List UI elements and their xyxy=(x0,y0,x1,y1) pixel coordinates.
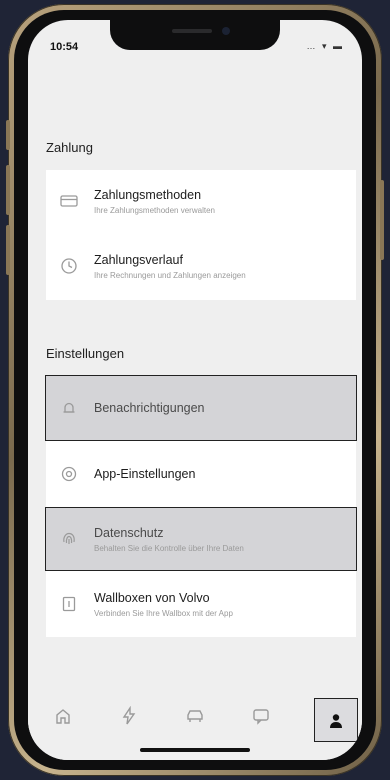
row-title: Zahlungsverlauf xyxy=(94,252,183,267)
status-icons: … ▾ ▬ xyxy=(306,41,344,51)
row-title: App-Einstellungen xyxy=(94,467,196,481)
camera xyxy=(222,27,230,35)
tab-car[interactable] xyxy=(184,706,206,728)
status-time: 10:54 xyxy=(50,41,79,53)
row-app-settings[interactable]: App-Einstellungen xyxy=(46,441,356,507)
home-indicator[interactable] xyxy=(140,748,250,752)
wallbox-icon xyxy=(60,595,78,613)
home-icon xyxy=(56,709,70,724)
row-title: Wallboxen von Volvo xyxy=(94,590,210,605)
row-texts: Wallboxen von Volvo Verbinden Sie Ihre W… xyxy=(94,591,346,618)
tab-bar xyxy=(28,670,362,760)
row-texts: Zahlungsverlauf Ihre Rechnungen und Zahl… xyxy=(94,253,346,280)
row-title: Zahlungsmethoden xyxy=(94,187,202,202)
gear-icon xyxy=(60,465,78,483)
tab-home[interactable] xyxy=(52,706,74,728)
clock-icon xyxy=(60,257,78,275)
row-subtitle: Verbinden Sie Ihre Wallbox mit der App xyxy=(94,608,233,618)
row-title: Benachrichtigungen xyxy=(94,401,205,415)
tab-profile[interactable] xyxy=(314,698,358,742)
tab-messages[interactable] xyxy=(250,706,272,728)
row-texts: Datenschutz Behalten Sie die Kontrolle ü… xyxy=(94,526,346,553)
person-icon xyxy=(330,714,342,729)
row-wallboxes[interactable]: Wallboxen von Volvo Verbinden Sie Ihre W… xyxy=(46,571,356,637)
speaker xyxy=(172,29,212,33)
row-texts: Zahlungsmethoden Ihre Zahlungsmethoden v… xyxy=(94,188,346,215)
car-icon xyxy=(187,710,203,722)
tab-charging[interactable] xyxy=(118,705,140,728)
notch xyxy=(110,20,280,50)
row-texts: Benachrichtigungen xyxy=(94,401,346,415)
row-subtitle: Ihre Zahlungsmethoden verwalten xyxy=(94,205,215,215)
fingerprint-icon xyxy=(60,530,78,548)
bell-icon xyxy=(60,399,78,417)
row-texts: App-Einstellungen xyxy=(94,467,346,481)
power-button xyxy=(380,180,384,260)
row-payment-history[interactable]: Zahlungsverlauf Ihre Rechnungen und Zahl… xyxy=(46,232,356,300)
side-button xyxy=(6,120,10,150)
app-screen: 10:54 … ▾ ▬ Zahlung Zahlungsmethoden Ihr… xyxy=(28,20,362,760)
side-button xyxy=(6,165,10,215)
chat-icon xyxy=(253,709,269,725)
section-title-settings: Einstellungen xyxy=(46,346,125,361)
row-notifications[interactable]: Benachrichtigungen xyxy=(45,375,357,441)
side-button xyxy=(6,225,10,275)
bolt-icon xyxy=(122,705,136,725)
row-privacy[interactable]: Datenschutz Behalten Sie die Kontrolle ü… xyxy=(45,507,357,571)
section-title-payment: Zahlung xyxy=(46,140,93,155)
row-title: Datenschutz xyxy=(94,525,164,540)
card-icon xyxy=(60,192,78,210)
row-payment-methods[interactable]: Zahlungsmethoden Ihre Zahlungsmethoden v… xyxy=(46,170,356,232)
row-subtitle: Behalten Sie die Kontrolle über Ihre Dat… xyxy=(94,543,244,553)
row-subtitle: Ihre Rechnungen und Zahlungen anzeigen xyxy=(94,270,246,280)
